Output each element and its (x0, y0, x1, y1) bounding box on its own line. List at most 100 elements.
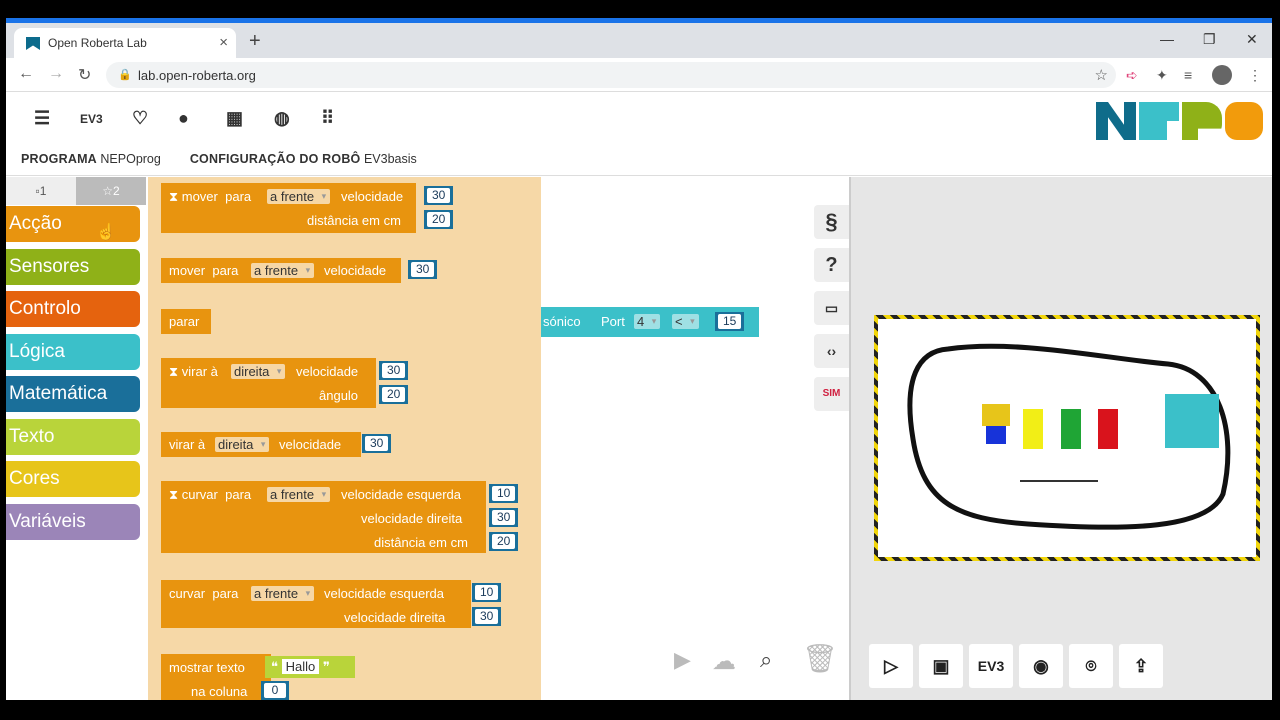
program-tabs: PROGRAMA NEPOprog CONFIGURAÇÃO DO ROBÔ E… (21, 152, 417, 166)
omnibox[interactable]: 🔒 lab.open-roberta.org ☆ (106, 62, 1116, 88)
lock-icon: 🔒 (118, 69, 132, 81)
tab-config-label[interactable]: CONFIGURAÇÃO DO ROBÔ (190, 152, 361, 166)
help-button[interactable]: ? (814, 248, 849, 282)
code-sheet-button[interactable]: § (814, 205, 849, 239)
sim-image-button[interactable]: ▣ (919, 644, 963, 688)
distance-input[interactable]: 20 (489, 532, 519, 551)
extension-icon[interactable]: ➪ (1126, 67, 1138, 84)
zoom-icon[interactable]: ⌕ (760, 647, 772, 673)
distance-input[interactable]: 20 (424, 210, 454, 229)
url-text: lab.open-roberta.org (138, 68, 256, 83)
turn-angle-block[interactable]: ⧗ virar à direita velocidade 30 ângulo 2… (161, 358, 409, 408)
angle-input[interactable]: 20 (379, 385, 409, 404)
port-dropdown[interactable]: 4 (634, 314, 661, 329)
forward-icon[interactable]: → (48, 65, 64, 83)
back-icon[interactable]: ← (18, 65, 34, 83)
obstacle-box[interactable] (1165, 394, 1219, 448)
speed-input[interactable]: 30 (424, 186, 454, 205)
robot-icon[interactable] (982, 404, 1010, 426)
browser-tab[interactable]: Open Roberta Lab × (14, 28, 236, 58)
blockly-workspace[interactable]: ▫1 ☆2 Acção Sensores Controlo Lógica Mat… (6, 177, 849, 700)
category-texto[interactable]: Texto (6, 419, 140, 455)
toolbox: ▫1 ☆2 Acção Sensores Controlo Lógica Mat… (6, 177, 146, 700)
direction-dropdown[interactable]: a frente (267, 189, 331, 204)
level-tab-1[interactable]: ▫1 (6, 177, 76, 205)
operator-dropdown[interactable]: < (672, 314, 699, 329)
turn-direction-dropdown[interactable]: direita (231, 364, 286, 379)
mouse-cursor-icon: ☝ (96, 224, 116, 241)
direction-dropdown[interactable]: a frente (251, 586, 315, 601)
curve-block[interactable]: curvar para a frente velocidade esquerda… (161, 580, 502, 628)
close-window-icon[interactable]: ✕ (1246, 31, 1258, 48)
red-marker (1098, 409, 1118, 449)
block-flyout: ⧗ mover para a frente velocidade 30 dist… (148, 177, 541, 700)
track-svg (907, 343, 1231, 530)
sensor-compare-block[interactable]: sónico Port 4 < 15 (541, 307, 759, 337)
level-tab-2[interactable]: ☆2 (76, 177, 146, 205)
threshold-input[interactable]: 15 (715, 312, 745, 331)
move-block[interactable]: mover para a frente velocidade 30 (161, 258, 438, 283)
restore-icon[interactable]: ❐ (1203, 31, 1216, 48)
tab-title: Open Roberta Lab (48, 36, 147, 50)
profile-avatar[interactable] (1212, 65, 1232, 85)
show-text-block[interactable]: mostrar texto ❝ Hallo ❞ na coluna 0 (161, 654, 355, 700)
cloud-upload-icon[interactable]: ☁ (712, 647, 736, 676)
more-menu-icon[interactable]: ⋮ (1248, 67, 1262, 84)
turn-direction-dropdown[interactable]: direita (215, 437, 270, 452)
bookmark-star-icon[interactable]: ☆ (1095, 66, 1108, 84)
curve-distance-block[interactable]: ⧗ curvar para a frente velocidade esquer… (161, 481, 519, 553)
language-globe-icon[interactable]: ◍ (274, 108, 290, 129)
speed-input[interactable]: 30 (379, 361, 409, 380)
reload-icon[interactable]: ↻ (78, 65, 91, 85)
speed-input[interactable]: 30 (362, 434, 392, 453)
turn-block[interactable]: virar à direita velocidade 30 (161, 432, 392, 457)
program-name: NEPOprog (100, 152, 161, 166)
right-speed-input[interactable]: 30 (472, 607, 502, 626)
right-speed-input[interactable]: 30 (489, 508, 519, 527)
category-matematica[interactable]: Matemática (6, 376, 140, 412)
comment-icon[interactable]: ▭ (814, 291, 849, 325)
category-cores[interactable]: Cores (6, 461, 140, 497)
app-header: ☰ EV3 ♡ ● ▦ ◍ ⠿ PROGRAMA NEPOprog CONFIG… (6, 92, 1272, 176)
lightbulb-icon[interactable]: ♡ (132, 108, 148, 129)
direction-dropdown[interactable]: a frente (251, 263, 315, 278)
trash-icon[interactable]: 🗑 (802, 642, 838, 675)
column-input[interactable]: 0 (261, 681, 289, 700)
direction-dropdown[interactable]: a frente (267, 487, 331, 502)
sim-ev3-button[interactable]: EV3 (969, 644, 1013, 688)
category-accao[interactable]: Acção (6, 206, 140, 242)
apps-icon[interactable]: ⠿ (321, 108, 334, 129)
user-icon[interactable]: ● (178, 108, 189, 129)
address-bar-row: ← → ↻ 🔒 lab.open-roberta.org ☆ ➪ ✦ ≡ ⋮ (6, 58, 1272, 92)
program-menu-icon[interactable]: ☰ (34, 108, 50, 129)
close-tab-icon[interactable]: × (219, 34, 228, 51)
gallery-icon[interactable]: ▦ (226, 108, 243, 129)
minimize-icon[interactable]: — (1160, 31, 1174, 47)
nepo-logo (1096, 102, 1266, 140)
category-variaveis[interactable]: Variáveis (6, 504, 140, 540)
left-speed-input[interactable]: 10 (472, 583, 502, 602)
sim-upload-icon[interactable]: ⇪ (1119, 644, 1163, 688)
config-name: EV3basis (363, 152, 417, 166)
robot-menu-icon[interactable]: EV3 (80, 112, 103, 126)
sim-sound-icon[interactable]: ◉ (1019, 644, 1063, 688)
roberta-favicon-icon (26, 37, 40, 50)
puzzle-icon[interactable]: ✦ (1156, 67, 1168, 84)
play-icon[interactable]: ▶ (674, 647, 691, 673)
category-logica[interactable]: Lógica (6, 334, 140, 370)
sim-location-icon[interactable]: ⌾ (1069, 644, 1113, 688)
move-distance-block[interactable]: ⧗ mover para a frente velocidade 30 dist… (161, 183, 454, 233)
category-sensores[interactable]: Sensores (6, 249, 140, 285)
left-speed-input[interactable]: 10 (489, 484, 519, 503)
sim-button[interactable]: SIM (814, 377, 849, 411)
reading-list-icon[interactable]: ≡ (1184, 67, 1192, 83)
tab-program-label[interactable]: PROGRAMA (21, 152, 97, 166)
sim-play-button[interactable]: ▷ (869, 644, 913, 688)
text-literal-block[interactable]: ❝ Hallo ❞ (265, 656, 355, 678)
stop-block[interactable]: parar (161, 309, 211, 334)
new-tab-button[interactable]: + (249, 31, 261, 51)
category-controlo[interactable]: Controlo (6, 291, 140, 327)
code-view-icon[interactable]: ‹› (814, 334, 849, 368)
sim-scene[interactable] (874, 315, 1260, 561)
speed-input[interactable]: 30 (408, 260, 438, 279)
